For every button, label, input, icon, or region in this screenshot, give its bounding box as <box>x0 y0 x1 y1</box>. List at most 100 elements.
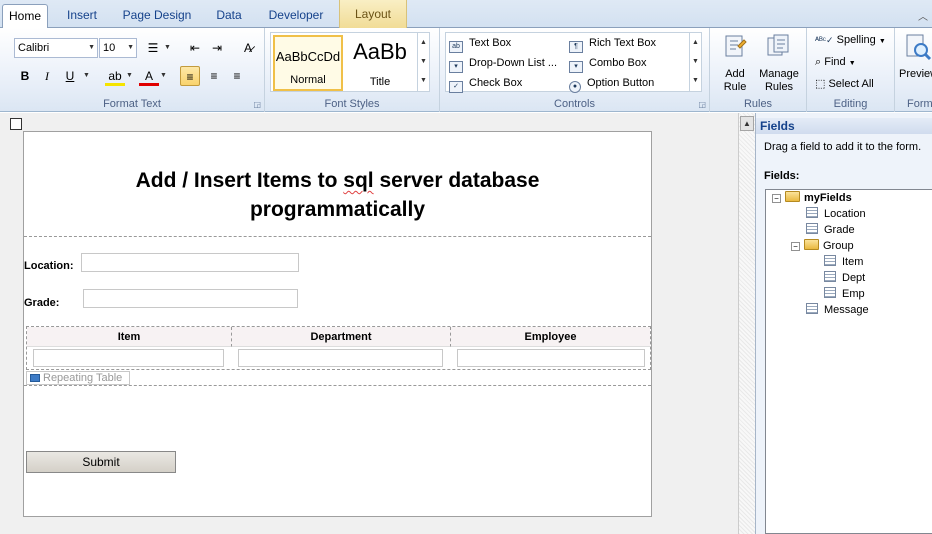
tree-node-label: Grade <box>824 224 855 236</box>
field-icon <box>806 223 818 234</box>
location-input[interactable] <box>81 253 299 272</box>
tree-node-group[interactable]: − Group <box>791 238 854 254</box>
fields-pane-hint: Drag a field to add it to the form. <box>764 141 922 153</box>
group-label: Form <box>907 98 932 110</box>
grade-input[interactable] <box>83 289 298 308</box>
control-drop-down-list[interactable]: ▾ Drop-Down List ... <box>449 54 557 73</box>
employee-input[interactable] <box>457 349 645 367</box>
chevron-down-icon[interactable]: ▼ <box>418 52 429 71</box>
control-label: Rich Text Box <box>589 37 657 49</box>
gallery-more-icon[interactable]: ▼ <box>418 71 429 90</box>
bold-icon[interactable]: B <box>15 66 35 86</box>
field-icon <box>806 207 818 218</box>
chevron-down-icon[interactable]: ▼ <box>690 52 701 71</box>
repeating-table[interactable]: Item Department Employee <box>26 326 651 370</box>
increase-indent-icon[interactable]: ⇥ <box>207 38 227 58</box>
vertical-scrollbar[interactable]: ▲ <box>738 113 755 534</box>
chevron-down-icon[interactable]: ▼ <box>126 72 133 79</box>
preview-button[interactable]: Preview <box>899 32 932 81</box>
italic-icon[interactable]: I <box>37 66 57 86</box>
dialog-launcher-icon[interactable]: ◲ <box>698 100 706 109</box>
tree-node-emp[interactable]: Emp <box>824 286 865 302</box>
check-box-icon: ✓ <box>449 81 463 93</box>
dialog-launcher-icon[interactable]: ◲ <box>253 100 261 109</box>
style-title[interactable]: AaBb Title <box>345 35 415 91</box>
tab-developer[interactable]: Developer <box>260 4 332 28</box>
clear-formatting-icon[interactable]: A̷ <box>238 38 258 58</box>
font-color-icon[interactable]: A <box>139 66 159 86</box>
chevron-down-icon: ▼ <box>127 44 134 51</box>
font-size-combo[interactable]: 10 ▼ <box>99 38 137 58</box>
item-input[interactable] <box>33 349 224 367</box>
header-item: Item <box>27 327 232 347</box>
style-normal[interactable]: AaBbCcDd Normal <box>273 35 343 91</box>
spelling-label: Spelling <box>836 34 876 46</box>
control-rich-text-box[interactable]: ¶ Rich Text Box <box>569 34 657 53</box>
fields-task-pane: Fields Drag a field to add it to the for… <box>755 113 932 534</box>
tree-node-dept[interactable]: Dept <box>824 270 865 286</box>
form-title[interactable]: Add / Insert Items to sql server databas… <box>84 166 591 224</box>
tree-node-item[interactable]: Item <box>824 254 863 270</box>
align-center-icon[interactable]: ≡ <box>204 66 224 86</box>
group-label: Controls <box>554 98 595 110</box>
tree-node-message[interactable]: Message <box>806 302 869 318</box>
find-button[interactable]: ⌕ Find ▼ <box>815 52 856 72</box>
bullets-icon[interactable]: ☰ <box>143 38 163 58</box>
tab-data[interactable]: Data <box>208 4 250 28</box>
align-left-icon[interactable]: ≡ <box>180 66 200 86</box>
collapse-icon[interactable]: − <box>791 242 800 251</box>
chevron-down-icon: ▼ <box>848 60 856 67</box>
align-right-icon[interactable]: ≡ <box>227 66 247 86</box>
font-name-combo[interactable]: Calibri ▼ <box>14 38 98 58</box>
tree-node-location[interactable]: Location <box>806 206 866 222</box>
tree-node-grade[interactable]: Grade <box>806 222 855 238</box>
tab-home[interactable]: Home <box>2 4 48 29</box>
gallery-scrollbar[interactable]: ▲ ▼ ▼ <box>417 33 429 91</box>
chevron-down-icon[interactable]: ▼ <box>83 72 90 79</box>
font-name-value: Calibri <box>18 42 50 54</box>
chevron-up-icon[interactable]: ▲ <box>740 116 754 131</box>
chevron-up-icon[interactable]: ▲ <box>690 33 701 52</box>
location-label: Location: <box>24 260 74 272</box>
tab-page-design[interactable]: Page Design <box>116 4 198 28</box>
chevron-up-icon[interactable]: ▲ <box>418 33 429 52</box>
submit-button[interactable]: Submit <box>26 451 176 473</box>
manage-rules-button[interactable]: Manage Rules <box>756 32 802 94</box>
title-part: programmatically <box>249 198 426 221</box>
rich-text-box-icon: ¶ <box>569 41 583 53</box>
select-all-icon: ⬚ <box>815 78 826 90</box>
gallery-scrollbar[interactable]: ▲ ▼ ▼ <box>689 33 701 91</box>
spelling-button[interactable]: ᴬᴮᶜ✓ Spelling ▼ <box>815 30 886 50</box>
repeating-table-tag[interactable]: Repeating Table <box>26 371 130 385</box>
add-rule-button[interactable]: Add Rule <box>716 32 754 94</box>
select-all-button[interactable]: ⬚ Select All <box>815 74 874 94</box>
font-size-value: 10 <box>103 42 116 54</box>
tree-node-myfields[interactable]: − myFields <box>772 190 852 206</box>
ribbon-collapse-icon[interactable]: ︿ <box>918 8 928 23</box>
highlight-icon[interactable]: ab <box>105 66 125 86</box>
chevron-down-icon[interactable]: ▼ <box>164 44 171 51</box>
underline-icon[interactable]: U <box>60 66 80 86</box>
repeating-table-icon <box>30 374 40 382</box>
tree-node-label: Dept <box>842 272 866 284</box>
chevron-down-icon[interactable]: ▼ <box>160 72 167 79</box>
decrease-indent-icon[interactable]: ⇤ <box>185 38 205 58</box>
control-combo-box[interactable]: ▾ Combo Box <box>569 54 646 73</box>
control-text-box[interactable]: ab Text Box <box>449 34 511 53</box>
group-format-text: Calibri ▼ 10 ▼ ☰ ▼ ⇤ ⇥ A̷ B I U ▼ ab ▼ A… <box>0 28 265 112</box>
collapse-icon[interactable]: − <box>772 194 781 203</box>
group-label: Rules <box>743 98 773 110</box>
gallery-more-icon[interactable]: ▼ <box>690 71 701 90</box>
layout-table-handle[interactable] <box>10 118 22 130</box>
department-input[interactable] <box>238 349 443 367</box>
section-divider <box>24 385 651 386</box>
title-section[interactable]: Add / Insert Items to sql server databas… <box>24 132 651 237</box>
ribbon-tab-bar: Home Insert Page Design Data Developer L… <box>0 0 932 29</box>
control-label: Check Box <box>469 77 523 89</box>
control-check-box[interactable]: ✓ Check Box <box>449 74 523 93</box>
field-icon <box>824 287 836 298</box>
tab-layout[interactable]: Layout <box>339 0 407 28</box>
control-option-button[interactable]: ● Option Button <box>569 74 654 93</box>
tab-insert[interactable]: Insert <box>58 4 106 28</box>
header-employee: Employee <box>451 327 650 347</box>
